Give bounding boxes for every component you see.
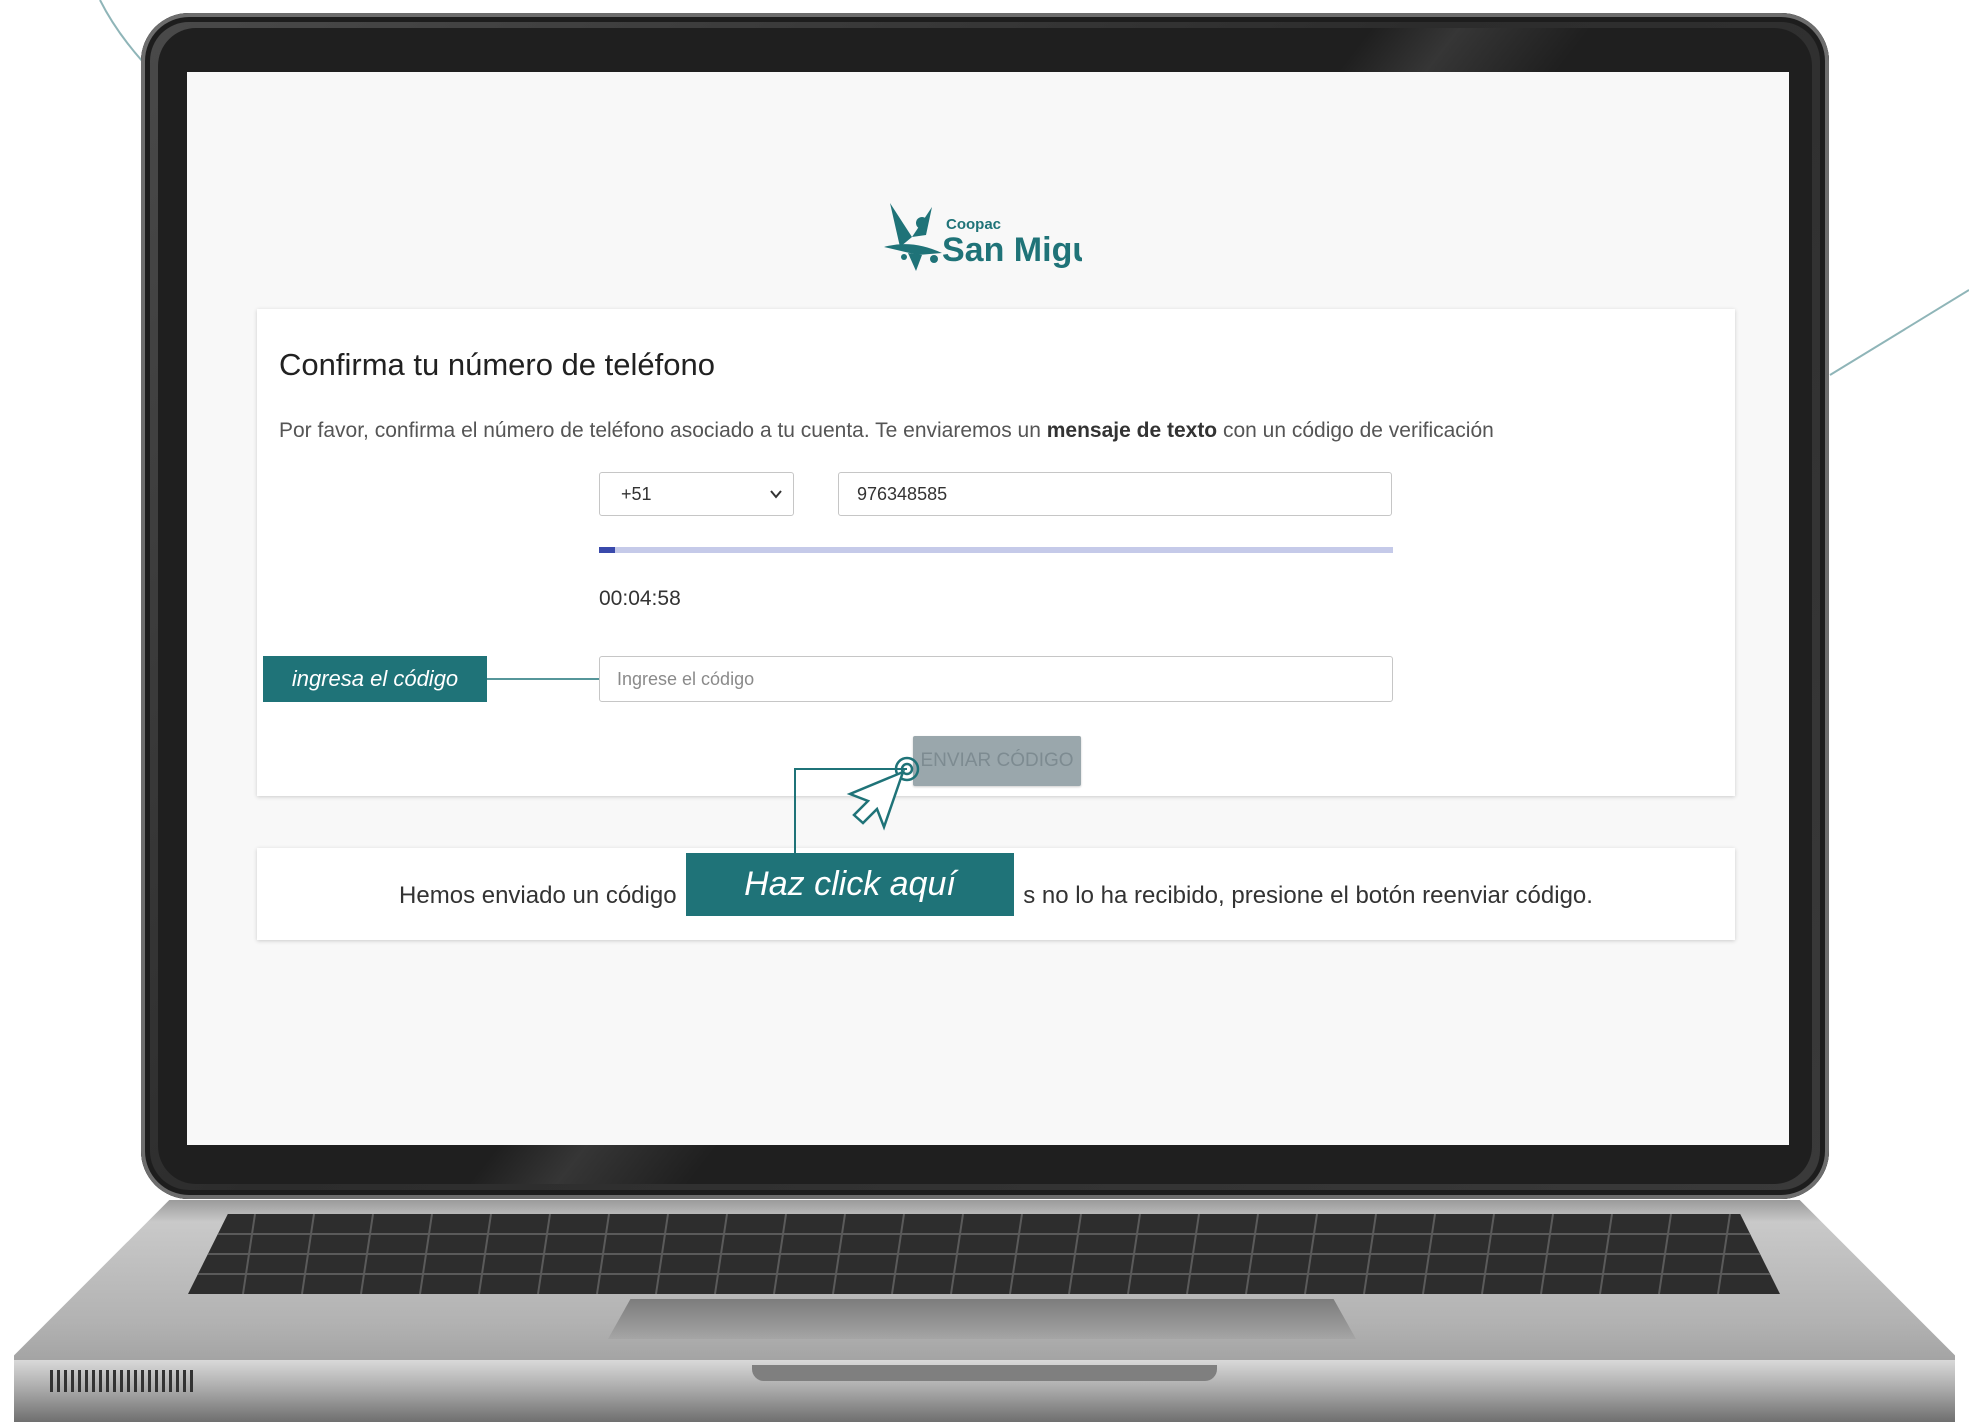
keyboard-keys <box>198 1214 1770 1294</box>
laptop-touchpad <box>608 1299 1356 1339</box>
tutorial-connectors <box>487 678 920 853</box>
laptop-screen: Coopac San Miguel Confirma tu número de … <box>187 72 1789 1145</box>
click-hint-label: Haz click aquí <box>686 853 1014 916</box>
laptop-notch <box>752 1365 1217 1381</box>
code-hint-label: ingresa el código <box>263 656 487 702</box>
laptop-vents <box>50 1370 195 1392</box>
